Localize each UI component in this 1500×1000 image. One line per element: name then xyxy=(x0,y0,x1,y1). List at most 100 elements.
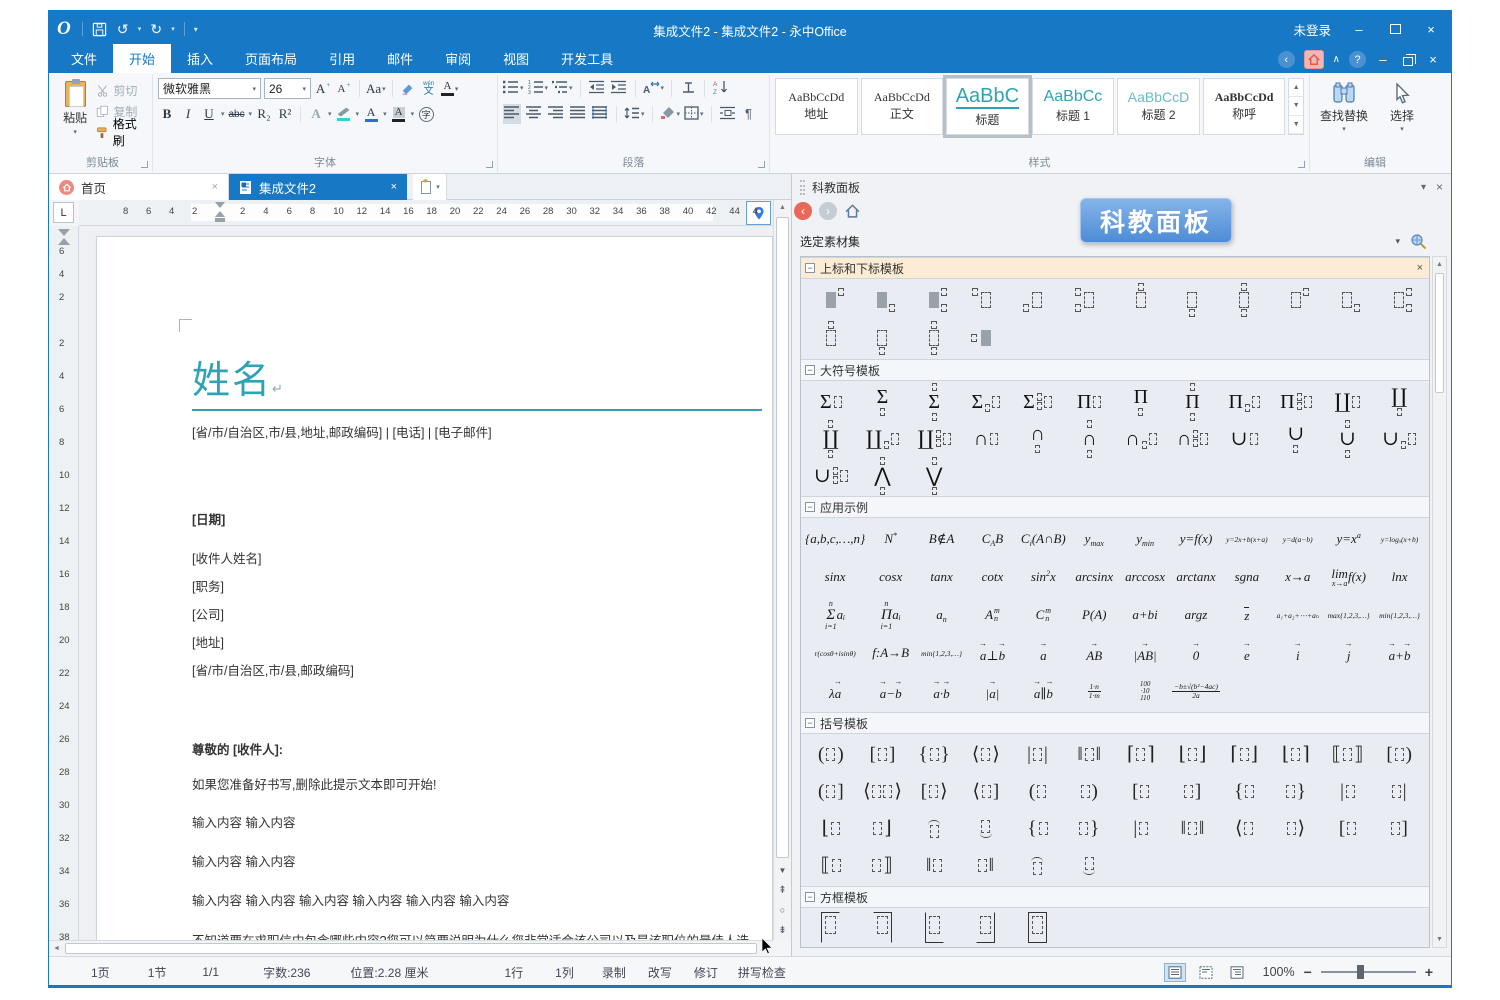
bigop-template-item[interactable]: ∪ xyxy=(1231,429,1258,449)
underline-button[interactable]: U xyxy=(200,104,218,124)
collapse-icon[interactable]: − xyxy=(805,263,815,273)
collapse-ribbon-button[interactable]: ∧ xyxy=(1333,54,1340,65)
next-page-button[interactable]: ⇟ xyxy=(775,923,790,937)
shading-dropdown[interactable]: ▾ xyxy=(677,110,681,118)
bigop-template-item[interactable]: ∐ xyxy=(1391,387,1407,416)
font-dialog-launcher[interactable] xyxy=(486,161,493,168)
bigop-template-item[interactable]: ∪ xyxy=(814,466,848,486)
formula-example[interactable]: nΣi=1aᵢ xyxy=(825,600,845,631)
script-template-item[interactable] xyxy=(1332,285,1362,315)
ribbon-tab-2[interactable]: 插入 xyxy=(171,44,229,73)
bigop-template-item[interactable]: Σ xyxy=(877,387,889,416)
status-0[interactable]: 1页 xyxy=(91,964,110,981)
formula-example[interactable]: 100·10110 xyxy=(1140,681,1151,702)
bigop-template-item[interactable]: ∪ xyxy=(1287,424,1304,453)
formula-example[interactable]: cosx xyxy=(879,569,902,585)
collapse-icon[interactable]: − xyxy=(805,892,815,902)
ribbon-tab-4[interactable]: 引用 xyxy=(313,44,371,73)
script-template-item[interactable] xyxy=(1229,285,1259,315)
panel-scroll-down[interactable]: ▼ xyxy=(1433,932,1446,947)
highlight-dropdown[interactable]: ▾ xyxy=(356,110,360,118)
enclose-character-button[interactable]: 字 xyxy=(417,104,435,124)
bracket-template-item[interactable] xyxy=(1083,857,1095,875)
bracket-template-item[interactable]: ⌈⌉ xyxy=(1127,743,1155,766)
decrease-indent-button[interactable] xyxy=(588,78,606,98)
styles-dialog-launcher[interactable] xyxy=(1298,161,1305,168)
collapse-icon[interactable]: − xyxy=(805,365,815,375)
document-hscrollbar[interactable]: ◄ ► xyxy=(49,940,773,956)
sort-button[interactable]: AZ xyxy=(712,78,730,98)
formula-example[interactable]: a→+b→ xyxy=(1389,643,1411,664)
vertical-ruler[interactable]: 6422468101214161820222426283032343638 xyxy=(49,226,79,940)
minimize-button[interactable]: – xyxy=(1351,21,1367,37)
script-template-item[interactable] xyxy=(816,323,846,353)
borders-dropdown[interactable]: ▾ xyxy=(700,110,704,118)
formula-example[interactable]: arctanx xyxy=(1176,569,1215,585)
home-ribbon-button[interactable] xyxy=(1304,50,1324,69)
bigop-template-item[interactable]: Π xyxy=(1228,392,1259,412)
bracket-template-item[interactable]: ⟧ xyxy=(872,854,892,877)
bigop-template-item[interactable]: Π xyxy=(1185,383,1199,421)
char-shading-dropdown[interactable]: ▾ xyxy=(411,110,415,118)
material-search-icon[interactable] xyxy=(1410,233,1427,250)
font-color-dropdown[interactable]: ▾ xyxy=(383,110,387,118)
script-template-item[interactable] xyxy=(971,323,1001,353)
nav-back-button[interactable]: ‹ xyxy=(1278,51,1295,68)
bigop-template-item[interactable]: ∪ xyxy=(1382,429,1416,449)
numbered-list-button[interactable]: 123▾ xyxy=(528,78,549,98)
formula-example[interactable]: argz xyxy=(1185,607,1208,623)
redo-button[interactable]: ↻ xyxy=(148,21,164,37)
bracket-template-item[interactable]: ⟨] xyxy=(972,780,999,803)
bracket-template-item[interactable]: ⟩ xyxy=(1287,817,1305,840)
bracket-template-item[interactable] xyxy=(928,820,940,838)
bracket-template-item[interactable]: ⟦ xyxy=(821,854,841,877)
formula-example[interactable]: a→ xyxy=(1040,643,1047,664)
new-document-tab-button[interactable]: ▾ xyxy=(413,174,447,200)
box-template-item[interactable] xyxy=(1028,912,1047,943)
script-template-item[interactable] xyxy=(867,323,897,353)
formula-example[interactable]: a→−b→ xyxy=(880,681,902,702)
text-wrap-button[interactable] xyxy=(719,104,737,124)
text-effects-dropdown[interactable]: ▾ xyxy=(328,110,332,118)
cut-button[interactable]: 剪切 xyxy=(96,81,147,99)
select-button[interactable]: 选择 ▾ xyxy=(1373,78,1431,133)
formula-example[interactable]: y=2x+b(x+a) xyxy=(1226,535,1267,544)
panel-scroll-up[interactable]: ▲ xyxy=(1433,257,1446,272)
char-shading-button[interactable]: A xyxy=(390,104,408,124)
strikethrough-dropdown[interactable]: ▾ xyxy=(249,110,253,118)
bracket-template-item[interactable] xyxy=(980,820,992,838)
font-size-combo[interactable]: 26▾ xyxy=(264,78,311,99)
formula-example[interactable]: j→ xyxy=(1347,643,1351,664)
style-card-正文[interactable]: AaBbCcDd正文 xyxy=(861,78,944,135)
formula-example[interactable]: e→ xyxy=(1244,643,1250,664)
font-name-combo[interactable]: 微软雅黑▾ xyxy=(158,78,261,99)
status-7[interactable]: 录制 xyxy=(602,964,626,981)
bracket-template-item[interactable]: | xyxy=(1340,781,1355,803)
formula-example[interactable]: arcsinx xyxy=(1075,569,1113,585)
formula-example[interactable]: min{1,2,3,…} xyxy=(1379,611,1420,620)
status-6[interactable]: 1列 xyxy=(555,964,574,981)
collapse-icon[interactable]: − xyxy=(805,718,815,728)
align-center-button[interactable] xyxy=(525,104,543,124)
section-header-4[interactable]: −方框模板 xyxy=(801,886,1429,908)
bracket-template-item[interactable]: ⟨⟩ xyxy=(863,780,902,803)
formula-example[interactable]: Cmn xyxy=(1036,607,1051,623)
style-card-地址[interactable]: AaBbCcDd地址 xyxy=(775,78,858,135)
justify-button[interactable] xyxy=(569,104,587,124)
undo-button[interactable]: ↺ xyxy=(115,21,131,37)
text-effects-button[interactable]: A xyxy=(307,104,325,124)
bracket-template-item[interactable]: ) xyxy=(1081,781,1098,803)
pilcrow-button[interactable]: ¶ xyxy=(741,104,759,124)
bracket-template-item[interactable]: ⌊ xyxy=(822,817,840,840)
panel-home-button[interactable] xyxy=(844,203,861,219)
script-template-item[interactable] xyxy=(1281,285,1311,315)
box-template-item[interactable] xyxy=(873,912,892,943)
tab-document[interactable]: 集成文件2 × xyxy=(229,174,407,200)
bracket-template-item[interactable]: ( xyxy=(1029,781,1046,803)
login-status[interactable]: 未登录 xyxy=(1293,20,1331,39)
change-case-button[interactable]: Aa▾ xyxy=(366,79,386,99)
web-layout-view-button[interactable] xyxy=(1195,963,1217,982)
formula-example[interactable]: ymin xyxy=(1136,531,1154,547)
bracket-template-item[interactable]: ‖‖ xyxy=(1181,818,1205,840)
bracket-template-item[interactable]: [ xyxy=(1132,781,1149,803)
